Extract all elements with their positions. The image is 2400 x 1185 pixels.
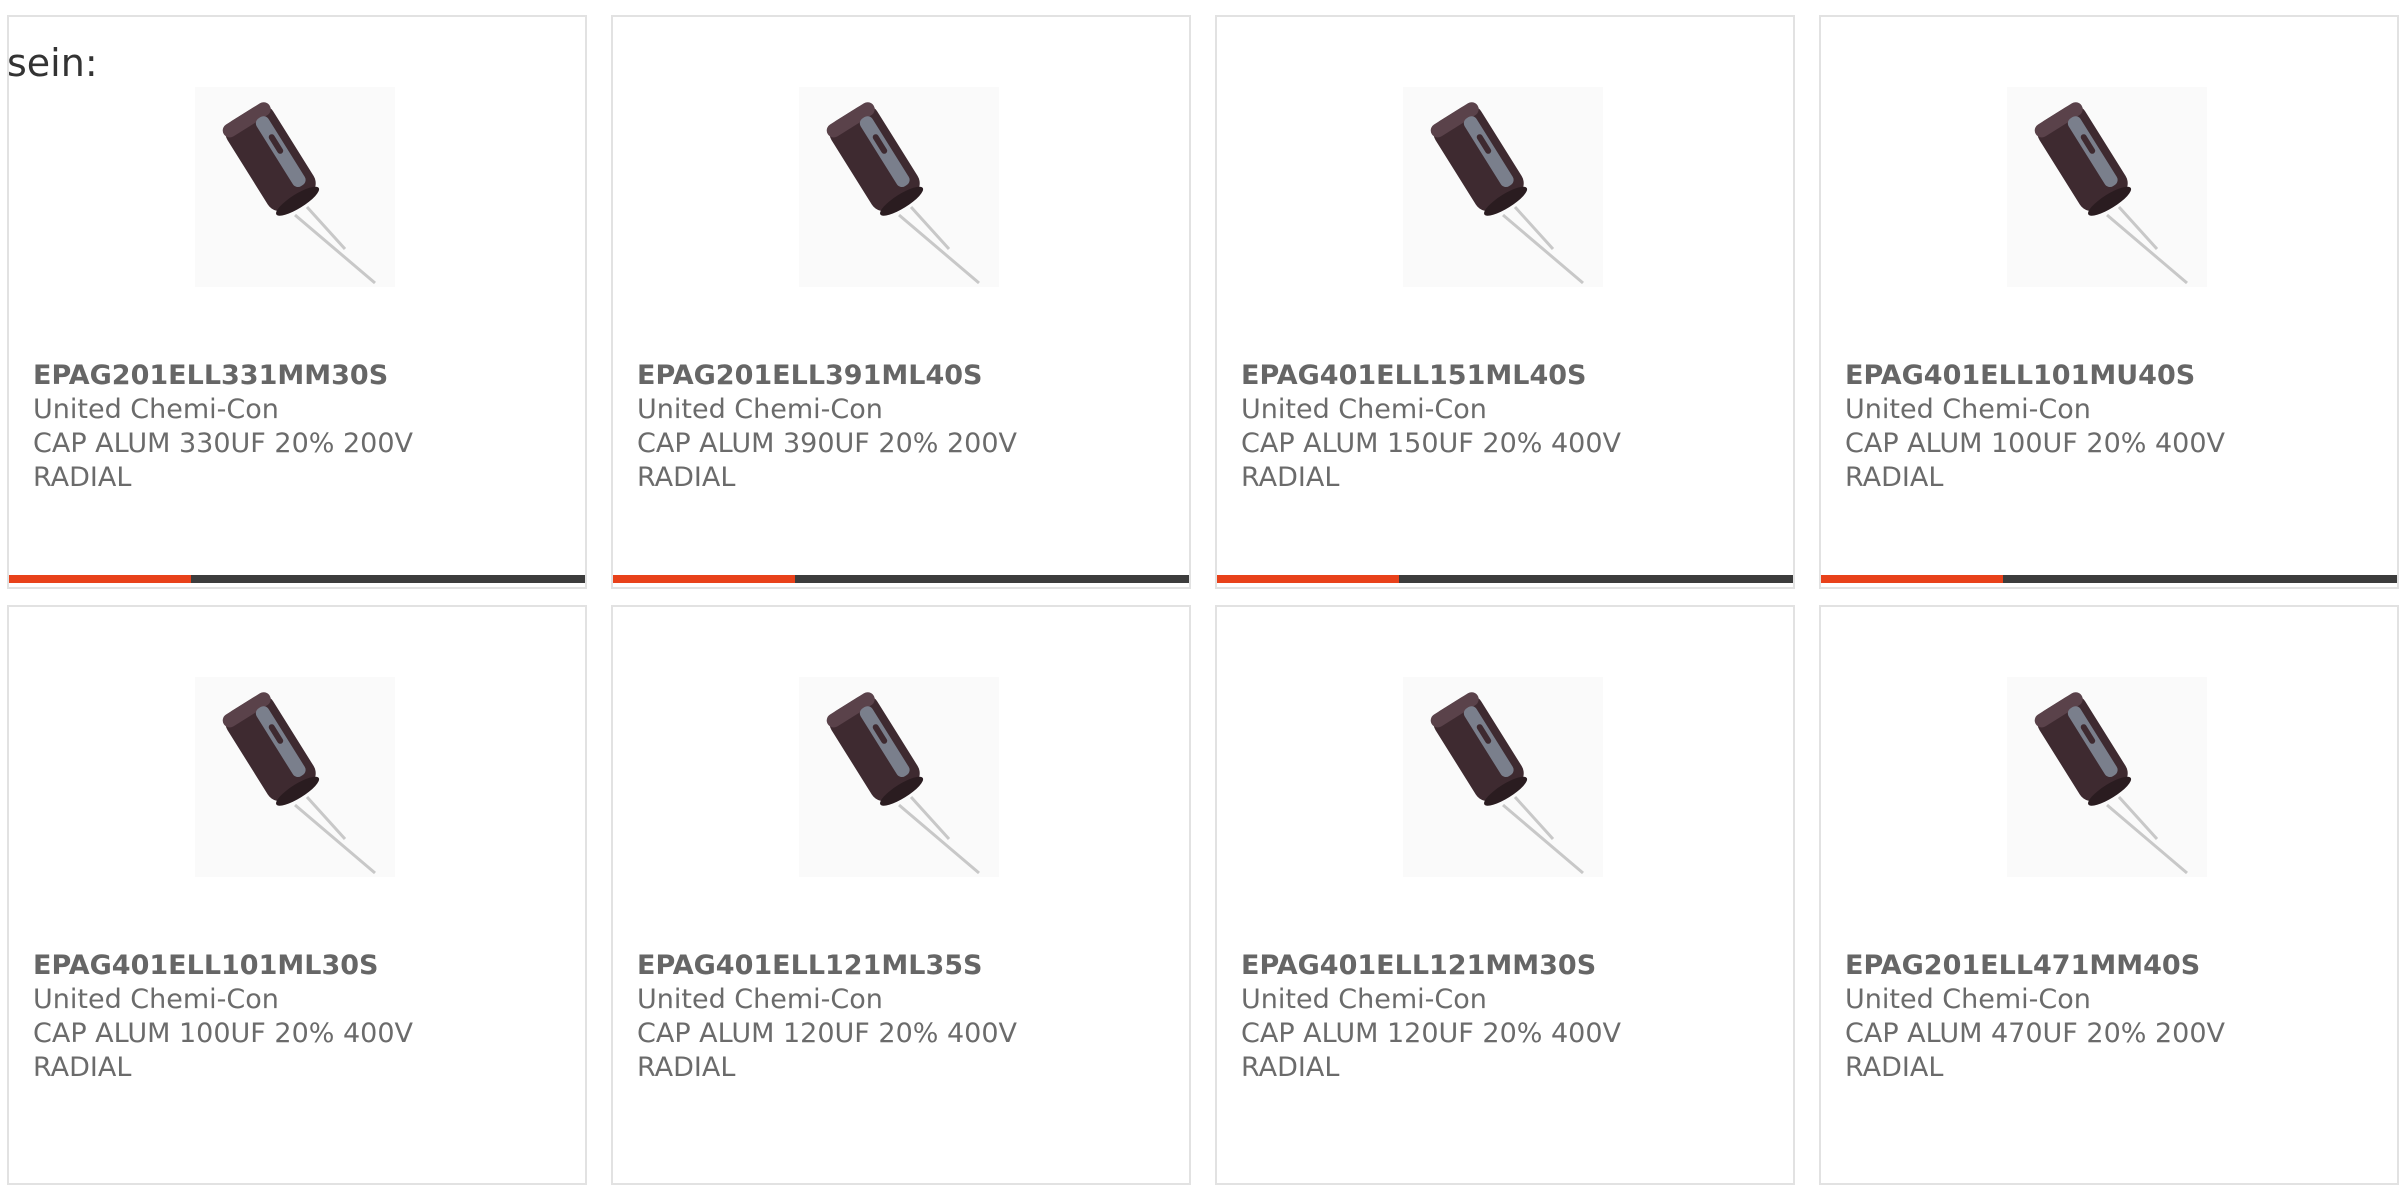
product-card[interactable]: EPAG201ELL471MM40S United Chemi-Con CAP … <box>1819 605 2399 1185</box>
product-card[interactable]: EPAG401ELL151ML40S United Chemi-Con CAP … <box>1215 15 1795 589</box>
capacitor-icon <box>2034 692 2188 875</box>
capacitor-image[interactable] <box>1403 87 1603 287</box>
card-accent-bar <box>9 575 191 583</box>
description: CAP ALUM 100UF 20% 400V <box>33 1018 414 1049</box>
part-number[interactable]: EPAG201ELL331MM30S <box>33 359 565 393</box>
capacitor-icon <box>826 692 980 875</box>
part-number[interactable]: EPAG401ELL121ML35S <box>637 949 1169 983</box>
product-card[interactable]: EPAG401ELL101ML30S United Chemi-Con CAP … <box>7 605 587 1185</box>
package-type: RADIAL <box>637 462 736 493</box>
description: CAP ALUM 470UF 20% 200V <box>1845 1018 2226 1049</box>
package-type: RADIAL <box>1845 1052 1944 1083</box>
manufacturer: United Chemi-Con <box>1845 394 2091 425</box>
part-number[interactable]: EPAG401ELL151ML40S <box>1241 359 1773 393</box>
product-grid: EPAG201ELL331MM30S United Chemi-Con CAP … <box>0 0 2400 1185</box>
capacitor-icon <box>222 692 376 875</box>
part-number[interactable]: EPAG401ELL101MU40S <box>1845 359 2377 393</box>
package-type: RADIAL <box>33 462 132 493</box>
card-accent-bar <box>1217 575 1399 583</box>
description: CAP ALUM 120UF 20% 400V <box>637 1018 1018 1049</box>
capacitor-icon <box>1430 692 1584 875</box>
part-number[interactable]: EPAG201ELL471MM40S <box>1845 949 2377 983</box>
capacitor-image[interactable] <box>2007 87 2207 287</box>
card-footer-bar <box>9 575 585 583</box>
product-card[interactable]: EPAG401ELL121MM30S United Chemi-Con CAP … <box>1215 605 1795 1185</box>
description: CAP ALUM 390UF 20% 200V <box>637 428 1018 459</box>
capacitor-image[interactable] <box>1403 677 1603 877</box>
card-accent-bar <box>613 575 795 583</box>
intro-text: sein: <box>7 41 98 85</box>
capacitor-image[interactable] <box>195 87 395 287</box>
card-footer-bar <box>1821 575 2397 583</box>
product-card[interactable]: EPAG201ELL331MM30S United Chemi-Con CAP … <box>7 15 587 589</box>
manufacturer: United Chemi-Con <box>1241 394 1487 425</box>
manufacturer: United Chemi-Con <box>637 984 883 1015</box>
package-type: RADIAL <box>1241 462 1340 493</box>
card-footer-bar <box>613 575 1189 583</box>
product-card[interactable]: EPAG401ELL101MU40S United Chemi-Con CAP … <box>1819 15 2399 589</box>
part-number[interactable]: EPAG201ELL391ML40S <box>637 359 1169 393</box>
manufacturer: United Chemi-Con <box>33 394 279 425</box>
card-footer-bar <box>1217 575 1793 583</box>
manufacturer: United Chemi-Con <box>1845 984 2091 1015</box>
capacitor-image[interactable] <box>799 677 999 877</box>
description: CAP ALUM 100UF 20% 400V <box>1845 428 2226 459</box>
capacitor-icon <box>1430 102 1584 285</box>
manufacturer: United Chemi-Con <box>1241 984 1487 1015</box>
package-type: RADIAL <box>637 1052 736 1083</box>
capacitor-icon <box>826 102 980 285</box>
package-type: RADIAL <box>1241 1052 1340 1083</box>
manufacturer: United Chemi-Con <box>33 984 279 1015</box>
product-card[interactable]: EPAG401ELL121ML35S United Chemi-Con CAP … <box>611 605 1191 1185</box>
capacitor-image[interactable] <box>2007 677 2207 877</box>
package-type: RADIAL <box>33 1052 132 1083</box>
card-accent-bar <box>1821 575 2003 583</box>
description: CAP ALUM 150UF 20% 400V <box>1241 428 1622 459</box>
capacitor-icon <box>222 102 376 285</box>
description: CAP ALUM 120UF 20% 400V <box>1241 1018 1622 1049</box>
capacitor-icon <box>2034 102 2188 285</box>
part-number[interactable]: EPAG401ELL121MM30S <box>1241 949 1773 983</box>
manufacturer: United Chemi-Con <box>637 394 883 425</box>
product-card[interactable]: EPAG201ELL391ML40S United Chemi-Con CAP … <box>611 15 1191 589</box>
capacitor-image[interactable] <box>195 677 395 877</box>
capacitor-image[interactable] <box>799 87 999 287</box>
part-number[interactable]: EPAG401ELL101ML30S <box>33 949 565 983</box>
description: CAP ALUM 330UF 20% 200V <box>33 428 414 459</box>
package-type: RADIAL <box>1845 462 1944 493</box>
